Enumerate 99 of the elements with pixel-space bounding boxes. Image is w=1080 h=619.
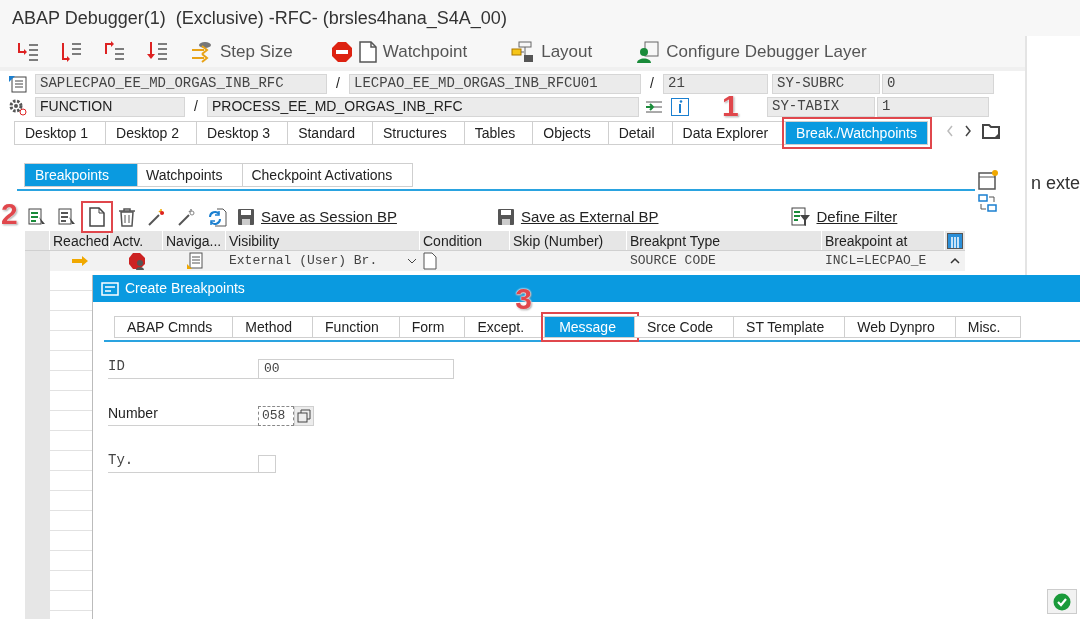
dialog-icon [101,281,119,296]
return-icon [102,40,125,63]
tab-tab[interactable]: Tables [463,121,534,145]
tab-tab[interactable]: Structures [371,121,465,145]
swap-windows-icon [978,194,998,212]
dialog-tab[interactable]: Function [312,316,400,338]
separator-slash: / [193,97,199,116]
edit-list-icon [57,207,77,227]
column-header: Naviga... [163,231,226,250]
magic-wand-icon [147,207,167,227]
dialog-tab[interactable]: Srce Code [633,316,735,338]
line-field: 21 [663,73,768,94]
event-type-field: FUNCTION [35,96,185,117]
new-document-icon [87,207,107,227]
separator-slash: / [649,74,655,93]
filter-icon [790,207,811,227]
document-icon [423,252,437,270]
step-size-button[interactable]: Step Size [184,38,299,65]
input-field[interactable] [258,455,276,473]
table-cell-text: SOURCE CODE [629,252,717,271]
dialog-tab[interactable]: Web Dynpro [844,316,956,338]
trash-icon [117,207,137,227]
swap-button[interactable] [978,194,998,212]
tab-tab[interactable]: Data Explorer [671,121,787,145]
value-help-button[interactable] [294,406,314,426]
window-title: ABAP Debugger(1) (Exclusive) -RFC- (brsles4hana_S4A_00) [0,0,1080,36]
input-field[interactable]: 00 [258,359,454,379]
tab-tab[interactable]: Desktop 1 [14,121,107,145]
folder-icon [982,123,1000,139]
columns-icon [947,232,963,249]
define-filter-link[interactable]: Define Filter [790,205,898,229]
tab-tab[interactable]: Desktop 3 [196,121,289,145]
field-label: ID [108,356,258,379]
event-field: PROCESS_EE_MD_ORGAS_INB_RFC [207,96,639,117]
stop-sign-icon [330,40,353,63]
dialog-tab[interactable]: Except. [464,316,546,338]
columns-button[interactable] [945,231,965,250]
confirm-button[interactable] [1047,589,1077,614]
gear-icon [8,97,28,116]
tab-tab[interactable]: Detail [607,121,673,145]
system-field-name: SY-TABIX [767,96,875,117]
continue-icon [145,40,168,63]
copy-icon [297,409,311,423]
navigate-icon [186,252,203,270]
column-header: Breakpnt Type [627,231,822,250]
new-window-button[interactable] [978,170,998,190]
refresh-icon [207,207,227,227]
checkmark-icon [1053,592,1071,611]
column-header: Skip (Number) [510,231,627,250]
layout-icon [511,40,536,63]
watchpoint-button[interactable]: Watchpoint [324,38,474,65]
dialog-title: Create Breakpoints [125,279,245,298]
tab-tab[interactable]: Objects [532,121,609,145]
field-label: Number [108,403,258,426]
save-link[interactable]: Save as Session BP [237,205,397,229]
dialog-tab[interactable]: Method [232,316,314,338]
partial-text: n exte [1031,172,1080,195]
column-header: Condition [420,231,510,250]
display-icon [27,207,47,227]
dialog-tab[interactable]: ST Template [733,316,846,338]
stop-person-icon [127,252,146,270]
visibility-dropdown[interactable]: External (User) Br. [226,251,420,271]
save-link[interactable]: Save as External BP [496,205,659,229]
dialog-tab[interactable]: Form [398,316,466,338]
tab-tab[interactable]: Standard [287,121,373,145]
info-icon [671,97,689,116]
layout-button[interactable]: Layout [505,38,599,65]
dialog-tab[interactable]: ABAP Cmnds [114,316,234,338]
single-step-icon [16,40,39,63]
system-field-value: 0 [882,73,994,94]
column-header: Actv. [110,231,163,250]
scroll-right-button[interactable] [964,125,972,137]
program-icon [8,74,28,93]
include-field: LECPAO_EE_MD_ORGAS_INB_RFCU01 [349,73,641,94]
person-settings-icon [636,40,661,63]
table-cell-text: INCL=LECPAO_E [824,252,928,271]
magic-wand-icon [177,207,197,227]
document-icon [358,40,377,63]
chevron-left-icon [946,125,954,137]
column-header: Visibility [226,231,420,250]
chevron-right-icon [964,125,972,137]
info-button[interactable] [671,97,689,116]
window-icon [978,170,998,190]
program-field: SAPLECPAO_EE_MD_ORGAS_INB_RFC [35,73,327,94]
chevron-up-icon [950,257,960,265]
callout-number: 2 [1,199,18,229]
folder-button[interactable] [982,123,1000,139]
configure-button[interactable]: Configure Debugger Layer [630,38,873,65]
chevron-down-icon [407,257,417,265]
system-field-value: 1 [877,96,989,117]
column-header: Reached [50,231,110,250]
steps-icon [190,40,214,63]
callout-number: 1 [722,91,739,121]
column-header: Breakpoint at [822,231,945,250]
separator-slash: / [335,74,341,93]
tab-tab[interactable]: Desktop 2 [105,121,198,145]
dialog-tab[interactable]: Misc. [954,316,1022,338]
system-field-name: SY-SUBRC [772,73,880,94]
execute-icon [59,40,82,63]
